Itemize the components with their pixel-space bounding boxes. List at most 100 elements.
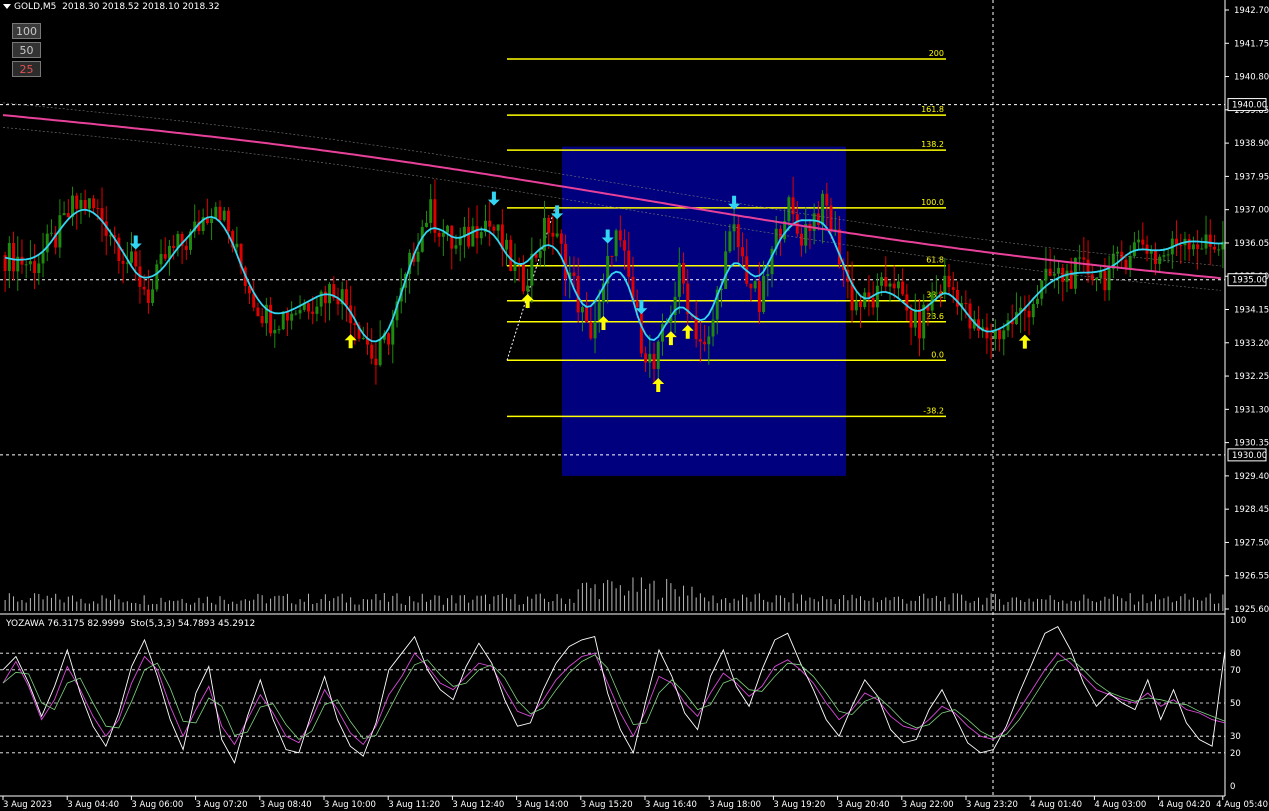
- fib-label: 138.2: [921, 140, 944, 149]
- lot-25-button[interactable]: 25: [12, 61, 41, 77]
- candle-body: [1082, 257, 1086, 260]
- time-tick-label: 3 Aug 2023: [3, 800, 52, 810]
- osc-tick-label: 80: [1230, 649, 1241, 659]
- price-tick-label: 1940.80: [1234, 73, 1269, 83]
- lot-100-button[interactable]: 100: [12, 23, 41, 39]
- candle-body: [151, 289, 155, 303]
- time-tick-label: 3 Aug 22:00: [902, 800, 954, 810]
- price-tick-label: 1932.25: [1234, 372, 1269, 382]
- candle-body: [989, 338, 993, 340]
- osc-tick-label: 20: [1230, 749, 1241, 759]
- candle-body: [79, 200, 83, 209]
- candle-body: [800, 233, 803, 246]
- time-tick-label: 4 Aug 01:40: [1030, 800, 1082, 810]
- fib-label: -38.2: [923, 406, 944, 415]
- time-tick-label: 3 Aug 08:40: [260, 800, 312, 810]
- price-tick-label: 1930.35: [1234, 439, 1269, 449]
- candle-body: [378, 339, 382, 366]
- candle-body: [49, 232, 53, 234]
- candle-body: [290, 313, 294, 321]
- candle-body: [757, 281, 761, 313]
- candle-body: [913, 309, 917, 328]
- candle-body: [344, 289, 348, 306]
- candle-body: [677, 263, 681, 297]
- candle-body: [311, 311, 315, 314]
- candle-body: [559, 233, 563, 244]
- candle-body: [446, 225, 450, 233]
- candle-body: [92, 198, 96, 209]
- price-tick-label: 1941.75: [1234, 39, 1269, 49]
- osc-series-line: [2, 625, 1226, 764]
- candle-body: [269, 304, 273, 334]
- candle-body: [496, 224, 500, 231]
- volume-histogram: [4, 577, 1224, 611]
- price-tick-label: 1937.95: [1234, 172, 1269, 182]
- time-tick-label: 4 Aug 05:40: [1216, 800, 1268, 810]
- candle-body: [1166, 254, 1170, 256]
- candle-body: [45, 233, 49, 253]
- fib-label: 200: [929, 49, 944, 58]
- candle-body: [1107, 268, 1111, 291]
- candle-body: [7, 243, 11, 271]
- candle-body: [353, 323, 357, 326]
- candle-body: [214, 206, 218, 219]
- candle-body: [1212, 246, 1216, 250]
- candle-body: [564, 243, 568, 279]
- candle-body: [791, 197, 795, 215]
- candle-body: [294, 313, 298, 315]
- candle-body: [142, 286, 146, 290]
- osc-tick-label: 50: [1230, 699, 1241, 709]
- fib-label: 100.0: [921, 198, 944, 207]
- dropdown-triangle-icon[interactable]: [3, 4, 11, 9]
- time-tick-label: 3 Aug 20:40: [838, 800, 890, 810]
- candle-body: [589, 322, 593, 339]
- candle-body: [277, 329, 281, 331]
- candle-body: [947, 275, 951, 288]
- candle-body: [125, 262, 129, 264]
- candle-body: [155, 264, 159, 290]
- candle-body: [1057, 267, 1061, 274]
- candle-body: [130, 251, 133, 263]
- candle-body: [1027, 310, 1031, 318]
- candle-body: [273, 329, 277, 334]
- candle-body: [538, 250, 542, 258]
- candle-body: [441, 232, 445, 237]
- candle-body: [766, 274, 770, 276]
- price-tick-label: 1927.50: [1234, 538, 1269, 548]
- candle-body: [391, 320, 395, 345]
- symbol-label: GOLD,M5: [14, 2, 57, 12]
- candle-body: [614, 230, 618, 257]
- candle-body: [816, 213, 820, 225]
- candle-body: [728, 231, 732, 252]
- candle-body: [75, 195, 79, 209]
- candle-body: [656, 341, 660, 369]
- candle-body: [281, 311, 285, 330]
- candle-body: [753, 281, 757, 289]
- candle-body: [909, 310, 913, 328]
- candle-body: [87, 198, 91, 209]
- candle-body: [871, 298, 875, 308]
- candle-body: [1044, 268, 1048, 281]
- candle-body: [555, 233, 559, 237]
- candle-body: [749, 283, 753, 289]
- candle-body: [623, 240, 627, 251]
- time-tick-label: 4 Aug 03:00: [1094, 800, 1146, 810]
- candle-body: [1153, 250, 1157, 264]
- candle-body: [593, 321, 597, 339]
- price-tick-label: 1942.70: [1234, 6, 1269, 16]
- price-tick-label: 1937.00: [1234, 206, 1269, 216]
- candle-body: [1208, 234, 1212, 247]
- candle-body: [896, 281, 900, 289]
- lot-50-button[interactable]: 50: [12, 42, 41, 58]
- price-tick-label: 1928.45: [1234, 505, 1269, 515]
- candle-body: [644, 353, 648, 363]
- fib-label: 23.6: [926, 312, 944, 321]
- price-chart[interactable]: 200161.8138.2100.061.838.223.60.0-38.2 1…: [0, 0, 1269, 811]
- candle-body: [146, 289, 150, 303]
- candle-body: [163, 253, 167, 259]
- candle-body: [1103, 270, 1107, 291]
- candle-body: [863, 292, 867, 307]
- candle-body: [1065, 270, 1069, 282]
- ohlc-values: 2018.30 2018.52 2018.10 2018.32: [62, 2, 220, 12]
- candle-body: [901, 281, 905, 295]
